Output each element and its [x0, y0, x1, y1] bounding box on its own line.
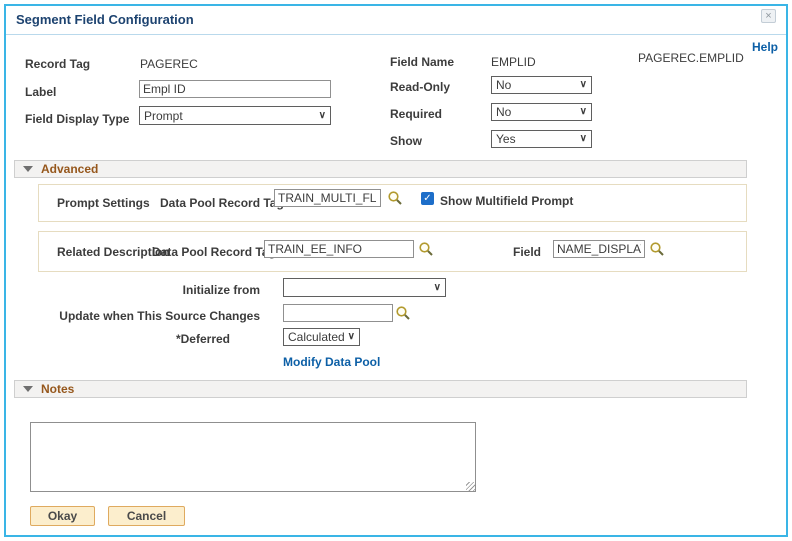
label-field-label: Label	[25, 85, 57, 99]
label-input[interactable]	[139, 80, 331, 98]
lookup-icon[interactable]	[395, 305, 411, 321]
chevron-down-icon: ∨	[318, 109, 326, 121]
header-divider	[6, 34, 786, 35]
record-tag-label: Record Tag	[25, 57, 91, 71]
show-multifield-prompt-label: Show Multifield Prompt	[440, 194, 574, 208]
chevron-down-icon: ∨	[579, 133, 587, 144]
cancel-button[interactable]: Cancel	[108, 506, 185, 526]
segment-field-configuration-dialog: Segment Field Configuration × Help Recor…	[0, 0, 792, 541]
collapse-triangle-icon	[23, 166, 33, 172]
chevron-down-icon: ∨	[579, 106, 587, 117]
help-link[interactable]: Help	[752, 40, 778, 54]
field-display-type-value: Prompt	[144, 108, 183, 123]
modify-data-pool-link[interactable]: Modify Data Pool	[283, 355, 380, 369]
related-data-pool-record-tag-input[interactable]	[264, 240, 414, 258]
prompt-settings-label: Prompt Settings	[57, 196, 150, 210]
deferred-value: Calculated	[288, 330, 345, 344]
related-field-label: Field	[513, 245, 542, 259]
show-select[interactable]: Yes ∨	[491, 130, 592, 148]
deferred-select[interactable]: Calculated ∨	[283, 328, 360, 346]
lookup-icon[interactable]	[387, 190, 403, 206]
notes-section-header[interactable]: Notes	[14, 380, 747, 398]
field-name-label: Field Name	[390, 55, 455, 69]
read-only-select[interactable]: No ∨	[491, 76, 592, 94]
collapse-triangle-icon	[23, 386, 33, 392]
prompt-data-pool-record-tag-input[interactable]	[274, 189, 381, 207]
initialize-from-select[interactable]: ∨	[283, 278, 446, 297]
related-field-input[interactable]	[553, 240, 645, 258]
record-tag-value: PAGEREC	[140, 57, 198, 71]
notes-section-title: Notes	[41, 382, 75, 396]
lookup-icon[interactable]	[418, 241, 434, 257]
update-source-label: Update when This Source Changes	[59, 309, 260, 323]
read-only-label: Read-Only	[390, 80, 451, 94]
related-data-pool-record-tag-label: Data Pool Record Tag	[152, 245, 276, 259]
page-title: Segment Field Configuration	[16, 12, 194, 27]
chevron-down-icon: ∨	[579, 79, 587, 90]
resize-handle-icon[interactable]	[466, 482, 475, 491]
initialize-from-label: Initialize from	[182, 283, 260, 297]
record-field-reference: PAGEREC.EMPLID	[638, 51, 744, 65]
prompt-data-pool-record-tag-label: Data Pool Record Tag	[160, 196, 284, 210]
show-value: Yes	[496, 132, 516, 146]
advanced-section-title: Advanced	[41, 162, 99, 176]
chevron-down-icon: ∨	[433, 281, 441, 293]
lookup-icon[interactable]	[649, 241, 665, 257]
field-display-type-label: Field Display Type	[25, 112, 130, 126]
required-select[interactable]: No ∨	[491, 103, 592, 121]
okay-button[interactable]: Okay	[30, 506, 95, 526]
advanced-section-header[interactable]: Advanced	[14, 160, 747, 178]
update-source-input[interactable]	[283, 304, 393, 322]
field-display-type-select[interactable]: Prompt ∨	[139, 106, 331, 125]
show-multifield-prompt-checkbox[interactable]: ✓	[421, 192, 434, 205]
required-label: Required	[390, 107, 443, 121]
field-name-value: EMPLID	[491, 55, 536, 69]
close-icon[interactable]: ×	[761, 9, 776, 23]
chevron-down-icon: ∨	[347, 331, 355, 342]
read-only-value: No	[496, 78, 512, 92]
required-value: No	[496, 105, 512, 119]
notes-textarea[interactable]	[30, 422, 476, 492]
show-label: Show	[390, 134, 422, 148]
deferred-label: *Deferred	[175, 332, 230, 346]
